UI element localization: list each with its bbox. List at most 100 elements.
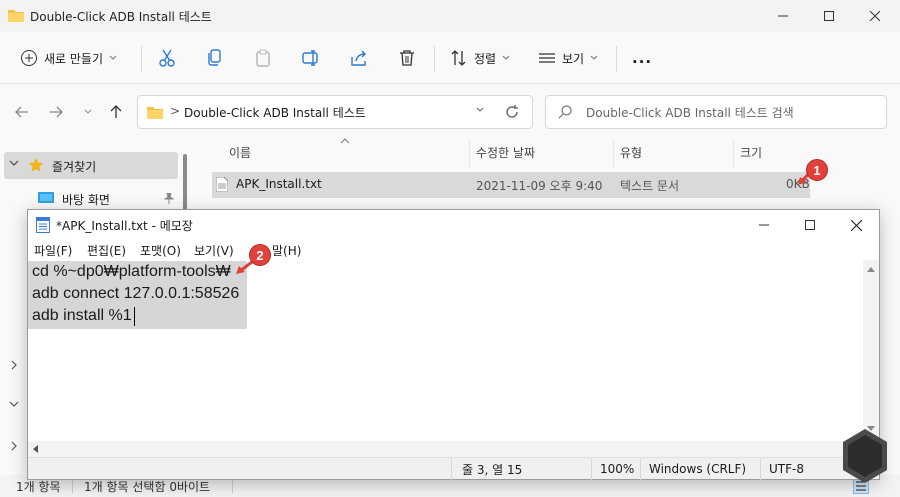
- chevron-down-icon: [502, 55, 510, 61]
- column-header-type[interactable]: 유형: [620, 144, 642, 166]
- sidebar-item-label: 즐겨찾기: [52, 160, 97, 174]
- minimize-button[interactable]: [760, 0, 806, 32]
- column-header-size[interactable]: 크기: [740, 144, 762, 166]
- star-icon: [28, 157, 44, 173]
- copy-icon: [206, 49, 224, 67]
- close-button[interactable]: [852, 0, 898, 32]
- annotation-badge-2: 2: [249, 244, 271, 266]
- paste-button[interactable]: [254, 42, 272, 74]
- search-box[interactable]: Double-Click ADB Install 테스트 검색: [545, 95, 887, 129]
- vertical-scrollbar[interactable]: [863, 260, 879, 441]
- view-button[interactable]: 보기: [538, 42, 598, 74]
- pin-icon: [164, 193, 174, 204]
- menu-format[interactable]: 포맷(O): [140, 242, 181, 259]
- selection-info: 1개 항목 선택함 0바이트: [84, 480, 211, 494]
- more-options-button[interactable]: ...: [632, 42, 652, 74]
- text-editor-area[interactable]: cd %~dp0₩platform-tools₩ adb connect 127…: [28, 260, 863, 441]
- status-divider: [72, 479, 73, 493]
- sidebar-item-label: 바탕 화면: [62, 193, 110, 207]
- menu-view[interactable]: 보기(V): [194, 242, 234, 259]
- minimize-button[interactable]: [741, 210, 787, 240]
- up-arrow-icon[interactable]: [104, 100, 128, 124]
- new-button-label: 새로 만들기: [44, 51, 104, 66]
- explorer-window-title: Double-Click ADB Install 테스트: [30, 10, 212, 24]
- menu-edit[interactable]: 편집(E): [87, 242, 126, 259]
- search-placeholder: Double-Click ADB Install 테스트 검색: [586, 106, 794, 120]
- file-name: APK_Install.txt: [236, 177, 322, 191]
- column-divider[interactable]: [469, 140, 470, 168]
- chevron-down-icon: [590, 55, 598, 61]
- chevron-down-icon: [9, 160, 19, 168]
- maximize-button[interactable]: [806, 0, 852, 32]
- sidebar-item-quick-access[interactable]: 즐겨찾기: [4, 152, 178, 179]
- close-button[interactable]: [833, 210, 879, 240]
- copy-button[interactable]: [206, 42, 224, 74]
- menu-file[interactable]: 파일(F): [34, 242, 72, 259]
- folder-icon: [8, 8, 24, 22]
- notepad-title-bar: *APK_Install.txt - 메모장: [28, 210, 879, 240]
- chevron-right-icon[interactable]: [10, 441, 18, 451]
- sort-button-label: 정렬: [474, 51, 497, 66]
- notepad-icon: [36, 217, 50, 233]
- notepad-window: *APK_Install.txt - 메모장 파일(F) 편집(E) 포맷(O)…: [27, 209, 880, 480]
- scissors-icon: [158, 49, 176, 67]
- annotation-badge-1: 1: [806, 159, 828, 181]
- column-divider[interactable]: [733, 140, 734, 168]
- item-count: 1개 항목: [16, 480, 61, 494]
- rename-button[interactable]: [302, 42, 320, 74]
- column-header-name[interactable]: 이름: [229, 144, 251, 166]
- scroll-up-arrow-icon[interactable]: [867, 266, 875, 272]
- view-button-label: 보기: [562, 51, 585, 66]
- file-modified: 2021-11-09 오후 9:40: [476, 179, 603, 193]
- editor-line: adb install %1: [32, 307, 132, 324]
- status-divider: [232, 479, 233, 493]
- chevron-right-icon[interactable]: [10, 360, 18, 370]
- new-button[interactable]: 새로 만들기: [20, 42, 117, 74]
- plus-circle-icon: [20, 49, 38, 67]
- rename-icon: [302, 49, 320, 67]
- horizontal-scrollbar[interactable]: [28, 441, 863, 457]
- sort-ascending-icon: [340, 138, 350, 144]
- chevron-down-icon: [109, 55, 117, 61]
- desktop-icon: [38, 191, 54, 205]
- breadcrumb-separator: >: [170, 104, 181, 118]
- toolbar-divider: [616, 46, 617, 72]
- text-file-icon: [216, 177, 228, 192]
- address-bar[interactable]: > Double-Click ADB Install 테스트: [137, 95, 533, 129]
- menu-help[interactable]: 말(H): [272, 242, 301, 259]
- list-view-icon: [538, 49, 556, 67]
- delete-button[interactable]: [398, 42, 416, 74]
- maximize-button[interactable]: [787, 210, 833, 240]
- forward-arrow-icon[interactable]: [44, 100, 68, 124]
- share-button[interactable]: [350, 42, 368, 74]
- cursor-position: 줄 3, 열 15: [451, 458, 591, 480]
- editor-line: adb connect 127.0.0.1:58526: [32, 285, 240, 302]
- clipboard-icon: [254, 49, 272, 67]
- line-ending: Windows (CRLF): [640, 458, 760, 480]
- breadcrumb-current-folder[interactable]: Double-Click ADB Install 테스트: [184, 104, 366, 121]
- zoom-level: 100%: [591, 458, 640, 480]
- sort-button[interactable]: 정렬: [450, 42, 510, 74]
- notepad-status-bar: 줄 3, 열 15 100% Windows (CRLF) UTF-8: [28, 457, 879, 480]
- toolbar-divider: [141, 46, 142, 72]
- folder-icon: [147, 105, 163, 119]
- column-divider[interactable]: [613, 140, 614, 168]
- file-row[interactable]: APK_Install.txt 2021-11-09 오후 9:40 텍스트 문…: [212, 172, 810, 198]
- scroll-left-arrow-icon[interactable]: [32, 445, 38, 453]
- address-dropdown-chevron-icon[interactable]: [476, 107, 484, 113]
- file-type: 텍스트 문서: [620, 179, 680, 193]
- sidebar-scrollbar-thumb[interactable]: [183, 154, 187, 214]
- cut-button[interactable]: [158, 42, 176, 74]
- chevron-down-icon[interactable]: [9, 401, 19, 409]
- search-icon: [558, 105, 572, 119]
- sidebar-item-desktop[interactable]: 바탕 화면: [38, 188, 178, 208]
- editor-line: cd %~dp0₩platform-tools₩: [32, 263, 231, 280]
- notepad-window-title: *APK_Install.txt - 메모장: [56, 219, 193, 233]
- recent-locations-chevron-icon[interactable]: [76, 100, 100, 124]
- toolbar-divider: [434, 46, 435, 72]
- share-icon: [350, 49, 368, 67]
- refresh-icon[interactable]: [504, 104, 520, 120]
- column-header-modified[interactable]: 수정한 날짜: [476, 144, 535, 166]
- trash-icon: [398, 49, 416, 67]
- back-arrow-icon[interactable]: [10, 100, 34, 124]
